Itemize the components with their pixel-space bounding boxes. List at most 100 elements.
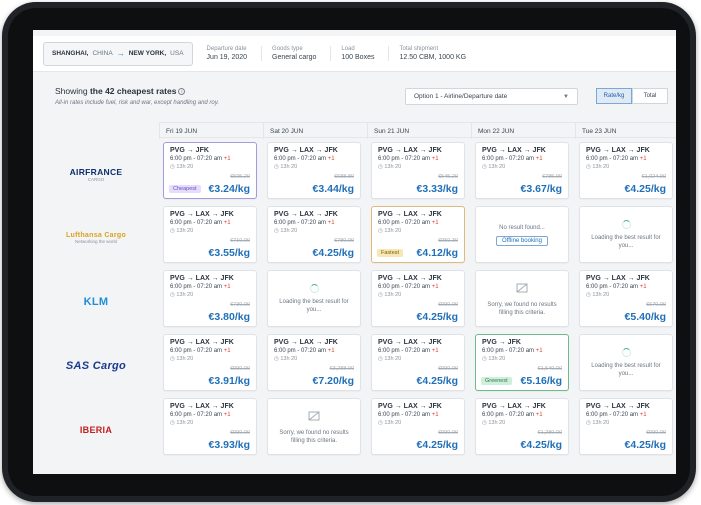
rate-card[interactable]: PVG → LAX → JFK 6:00 pm - 07:20 am +1 ◷ 13… (579, 398, 673, 455)
loading-message: Loading the best result for you... (279, 298, 349, 313)
rate-card[interactable]: PVG → LAX → JFK 6:00 pm - 07:20 am +1 ◷ 13… (371, 398, 465, 455)
rate-card[interactable]: PVG → LAX → JFK 6:00 pm - 07:20 am +1 ◷ 13… (371, 270, 465, 327)
airline-logo-wrap: KLM (84, 296, 109, 308)
spinner-icon (621, 219, 631, 229)
route-chip[interactable]: SHANGHAI, CHINA → NEW YORK, USA (43, 41, 193, 66)
flight-duration: ◷ 13h 20 (170, 292, 194, 298)
rate-price: €3.93/kg (208, 439, 250, 451)
rate-card[interactable]: PVG → LAX → JFK 6:00 pm - 07:20 am +1 ◷ 13… (163, 398, 257, 455)
time-range: 6:00 pm - 07:20 am (378, 156, 432, 162)
results-count: Showing the 42 cheapest rates i (55, 86, 219, 96)
flight-times: 6:00 pm - 07:20 am +1 (378, 412, 458, 418)
flight-times: 6:00 pm - 07:20 am +1 (378, 284, 458, 290)
sort-dropdown[interactable]: Option 1 - Airline/Departure date ▼ (405, 88, 578, 105)
next-day-indicator: +1 (327, 220, 335, 226)
airline-name: Lufthansa Cargo (65, 232, 127, 239)
flight-route: PVG → LAX → JFK (586, 147, 650, 154)
flight-times: 6:00 pm - 07:20 am +1 (378, 156, 458, 162)
flight-route: PVG → LAX → JFK (170, 275, 234, 282)
rate-card[interactable]: PVG → LAX → JFK 6:00 pm - 07:20 am +1 ◷ 13… (163, 334, 257, 391)
shipment-value: 12.50 CBM, 1000 KG (399, 54, 467, 61)
rate-card[interactable]: PVG → LAX → JFK 6:00 pm - 07:20 am +1 ◷ 13… (579, 270, 673, 327)
flight-route: PVG → LAX → JFK (482, 403, 546, 410)
next-day-indicator: +1 (639, 156, 647, 162)
next-day-indicator: +1 (431, 284, 439, 290)
time-range: 6:00 pm - 07:20 am (378, 220, 432, 226)
flight-route: PVG → LAX → JFK (378, 275, 442, 282)
no-result-card: No result found... Offline booking (475, 206, 569, 263)
departure-value: Jun 19, 2020 (206, 54, 248, 61)
rate-card[interactable]: PVG → LAX → JFK 6:00 pm - 07:20 am +1 ◷ 13… (163, 270, 257, 327)
rate-price: €4.25/kg (624, 183, 666, 195)
no-result-message: No result found... (499, 224, 545, 231)
flight-duration: ◷ 13h 20 (170, 164, 194, 170)
flight-times: 6:00 pm - 07:20 am +1 (586, 284, 666, 290)
time-range: 6:00 pm - 07:20 am (378, 348, 432, 354)
flight-times: 6:00 pm - 07:20 am +1 (586, 156, 666, 162)
goods-type[interactable]: Goods type General cargo (261, 46, 316, 61)
rate-card[interactable]: PVG → LAX → JFK 6:00 pm - 07:20 am +1 ◷ 13… (267, 334, 361, 391)
offline-booking-button[interactable]: Offline booking (496, 235, 548, 246)
original-price: €990.00 (438, 366, 458, 372)
original-price: €950.30 (438, 238, 458, 244)
flight-times: 6:00 pm - 07:20 am +1 (378, 348, 458, 354)
airline-logo-wrap: IBERIA (80, 425, 112, 435)
flight-duration: ◷ 13h 20 (378, 420, 402, 426)
time-range: 6:00 pm - 07:20 am (482, 348, 536, 354)
flight-times: 6:00 pm - 07:20 am +1 (170, 156, 250, 162)
rate-card[interactable]: PVG → LAX → JFK 6:00 pm - 07:20 am +1 ◷ 13… (163, 206, 257, 263)
flight-times: 6:00 pm - 07:20 am +1 (170, 284, 250, 290)
rate-card[interactable]: PVG → LAX → JFK 6:00 pm - 07:20 am +1 ◷ 13… (267, 206, 361, 263)
original-price: €990.00 (230, 366, 250, 372)
fastest-badge: Fastest (377, 249, 404, 257)
departure-date[interactable]: Departure date Jun 19, 2020 (207, 46, 247, 61)
time-range: 6:00 pm - 07:20 am (274, 220, 328, 226)
rate-per-kg-toggle[interactable]: Rate/kg (596, 88, 632, 104)
destination-country: USA (170, 50, 184, 57)
rates-note: All-in rates include fuel, risk and war,… (55, 100, 219, 106)
flight-duration: ◷ 13h 20 (482, 420, 506, 426)
no-results-card: Sorry, we found no results filling this … (475, 270, 569, 327)
time-range: 6:00 pm - 07:20 am (378, 284, 432, 290)
day-header: Fri 19 JUN (159, 123, 263, 139)
load[interactable]: Load 100 Boxes (330, 46, 374, 61)
flight-duration: ◷ 13h 20 (378, 292, 402, 298)
airline-logo-wrap: Lufthansa Cargo Networking the world (66, 232, 126, 244)
rate-card[interactable]: PVG → LAX → JFK 6:00 pm - 07:20 am +1 ◷ 13… (475, 398, 569, 455)
original-price: €1,024.90 (641, 174, 666, 180)
spinner-icon (309, 283, 319, 293)
next-day-indicator: +1 (223, 156, 231, 162)
original-price: €1,540.00 (537, 366, 562, 372)
flight-times: 6:00 pm - 07:20 am +1 (170, 220, 250, 226)
info-icon[interactable]: i (178, 88, 186, 95)
rate-card[interactable]: PVG → LAX → JFK 6:00 pm - 07:20 am +1 ◷ 13… (267, 142, 361, 199)
rate-card[interactable]: PVG → JFK 6:00 pm - 07:20 am +1 ◷ 13h 20 €1… (475, 334, 569, 391)
rate-price: €3.67/kg (520, 183, 562, 195)
arrow-right-icon: → (116, 49, 125, 58)
total-toggle[interactable]: Total (632, 88, 668, 104)
rate-card[interactable]: PVG → LAX → JFK 6:00 pm - 07:20 am +1 ◷ 13… (579, 142, 673, 199)
flight-duration: ◷ 13h 20 (482, 164, 506, 170)
next-day-indicator: +1 (535, 156, 543, 162)
spinner-icon (621, 347, 631, 357)
total-shipment[interactable]: Total shipment 12.50 CBM, 1000 KG (388, 46, 466, 61)
airline-logo: Lufthansa Cargo Networking the world (33, 209, 159, 267)
original-price: €1,280.00 (537, 430, 562, 436)
airline-logo-wrap: SAS Cargo (66, 360, 126, 372)
rate-card[interactable]: PVG → JFK 6:00 pm - 07:20 am +1 ◷ 13h 20 €5… (163, 142, 257, 199)
rate-price: €3.33/kg (416, 183, 458, 195)
search-summary-bar: SHANGHAI, CHINA → NEW YORK, USA Departur… (33, 36, 676, 72)
goods-value: General cargo (272, 54, 317, 61)
origin-country: CHINA (92, 50, 113, 57)
original-price: €505.20 (230, 174, 250, 180)
loading-card: Loading the best result for you... (267, 270, 361, 327)
flight-times: 6:00 pm - 07:20 am +1 (170, 412, 250, 418)
airline-tagline: CARGO (87, 176, 105, 182)
flight-times: 6:00 pm - 07:20 am +1 (170, 348, 250, 354)
next-day-indicator: +1 (535, 412, 543, 418)
rate-price: €3.91/kg (208, 375, 250, 387)
rate-card[interactable]: PVG → LAX → JFK 6:00 pm - 07:20 am +1 ◷ 13… (371, 142, 465, 199)
rate-card[interactable]: PVG → LAX → JFK 6:00 pm - 07:20 am +1 ◷ 13… (475, 142, 569, 199)
rate-card[interactable]: PVG → LAX → JFK 6:00 pm - 07:20 am +1 ◷ 13… (371, 334, 465, 391)
rate-card[interactable]: PVG → LAX → JFK 6:00 pm - 07:20 am +1 ◷ 13… (371, 206, 465, 263)
